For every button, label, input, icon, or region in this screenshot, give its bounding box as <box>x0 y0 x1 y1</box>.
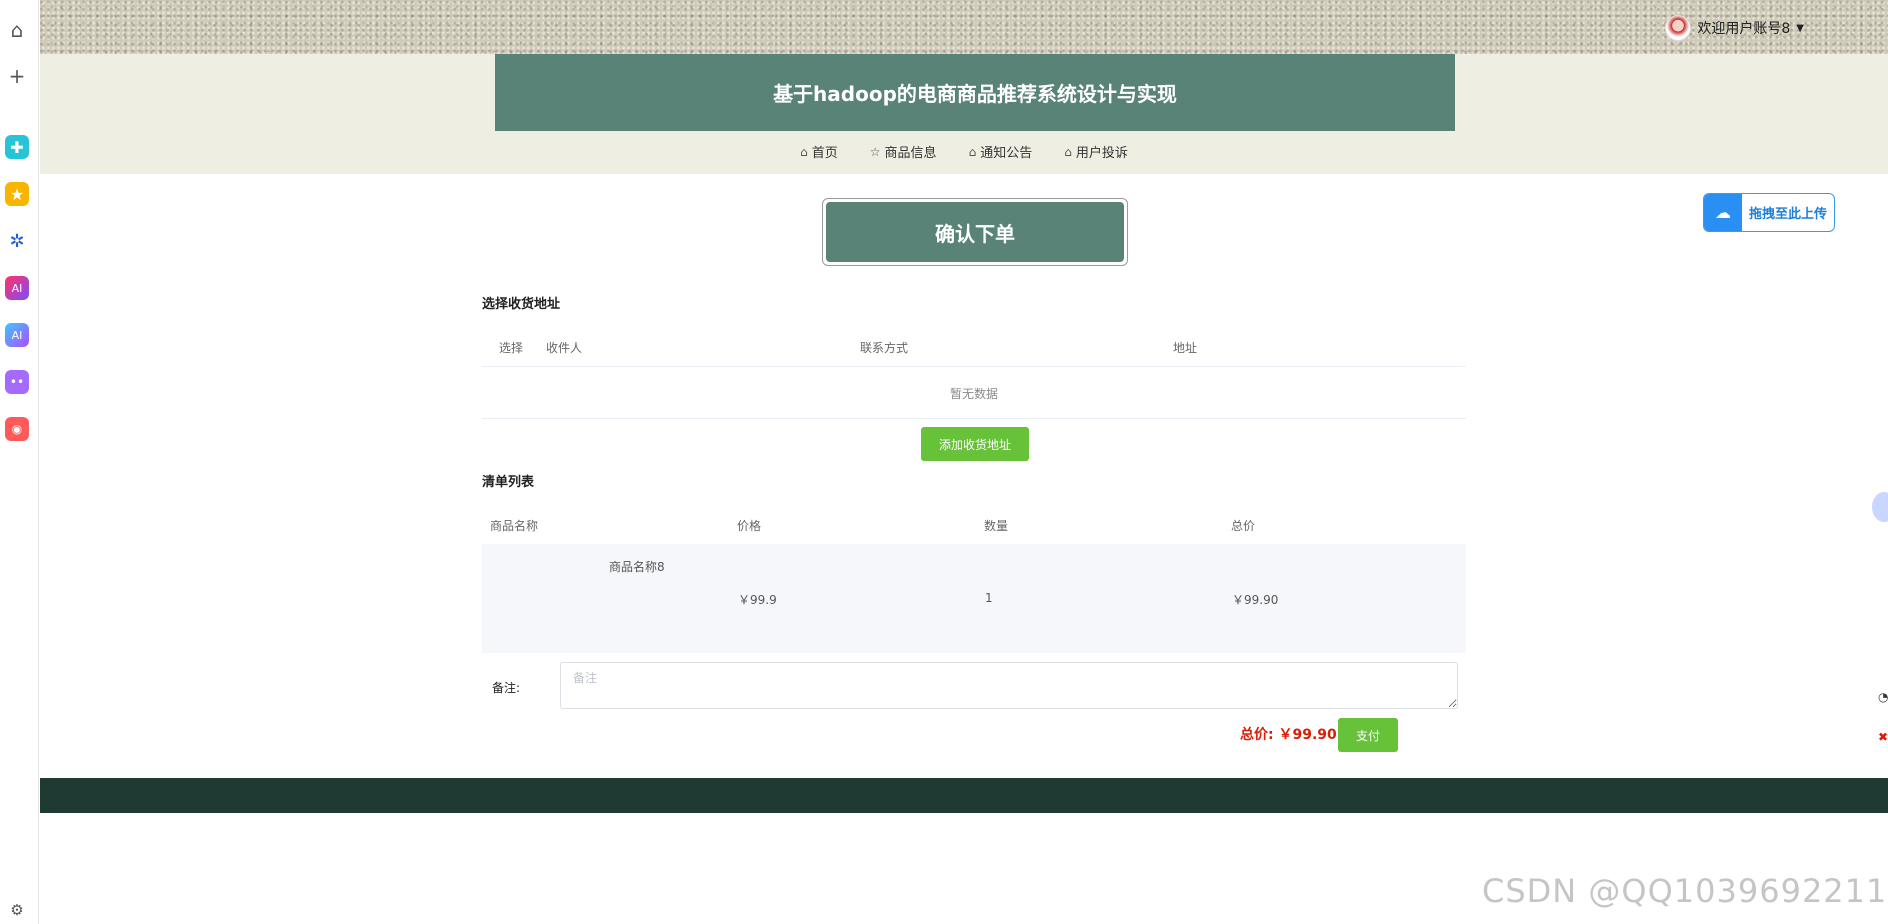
watermark: CSDN @QQ1039692211 <box>1482 872 1888 910</box>
app-icon-1[interactable]: ✚ <box>5 135 29 159</box>
floating-assistant-icon[interactable] <box>1872 492 1888 522</box>
page-heading: 确认下单 <box>826 202 1124 262</box>
total-value: ￥99.90 <box>1278 727 1337 743</box>
total-label: 总价: <box>1240 727 1274 743</box>
cloud-upload-icon: ☁ <box>1704 194 1742 231</box>
ai-app-icon[interactable]: AI <box>5 276 29 300</box>
side-tool-icon[interactable]: ◔ <box>1878 690 1888 704</box>
home-icon: ⌂ <box>1064 144 1072 159</box>
browser-sidebar: ⌂ + ✚ ★ ✲ AI AI •• ◉ ⚙ <box>0 0 39 924</box>
col-quantity: 数量 <box>984 519 1009 533</box>
remark-label: 备注: <box>492 681 521 695</box>
col-address: 地址 <box>1173 341 1198 355</box>
star-icon: ☆ <box>869 144 881 159</box>
nav-label: 商品信息 <box>884 146 937 161</box>
home-icon: ⌂ <box>800 144 808 159</box>
address-section-title: 选择收货地址 <box>482 297 561 312</box>
item-name: 商品名称8 <box>609 560 665 574</box>
page-heading-frame: 确认下单 <box>822 198 1128 266</box>
user-menu[interactable]: 欢迎用户账号8 ▼ <box>1665 15 1804 41</box>
col-total: 总价 <box>1231 519 1256 533</box>
top-banner: 欢迎用户账号8 ▼ <box>40 0 1888 54</box>
nav-label: 用户投诉 <box>1075 146 1128 161</box>
bell-icon: ⌂ <box>968 144 977 159</box>
order-total: 总价: ￥99.90 <box>1240 724 1337 744</box>
item-price: ￥99.9 <box>738 593 777 607</box>
site-header: 基于hadoop的电商商品推荐系统设计与实现 ⌂ 首页 ☆ 商品信息 ⌂ 通知公… <box>40 54 1888 174</box>
address-table-header: 选择 收件人 联系方式 地址 <box>482 325 1466 367</box>
nav-item-home[interactable]: ⌂ 首页 <box>800 142 838 162</box>
home-icon[interactable]: ⌂ <box>5 18 29 42</box>
upload-label: 拖拽至此上传 <box>1748 207 1827 222</box>
ai-assistant-icon[interactable]: AI <box>5 323 29 347</box>
robot-app-icon[interactable]: •• <box>5 370 29 394</box>
col-contact: 联系方式 <box>860 341 909 355</box>
drag-upload-button[interactable]: ☁ 拖拽至此上传 <box>1703 193 1835 232</box>
game-app-icon[interactable]: ◉ <box>5 417 29 441</box>
star-app-icon[interactable]: ★ <box>5 182 29 206</box>
avatar <box>1665 15 1692 41</box>
nav-item-notices[interactable]: ⌂ 通知公告 <box>968 142 1033 162</box>
item-quantity: 1 <box>985 591 993 605</box>
side-close-icon[interactable]: ✖ <box>1878 730 1888 744</box>
col-select: 选择 <box>499 341 524 355</box>
settings-gear-icon[interactable]: ⚙ <box>5 898 29 922</box>
nav-item-products[interactable]: ☆ 商品信息 <box>869 142 937 162</box>
caret-down-icon: ▼ <box>1796 22 1804 34</box>
col-product-name: 商品名称 <box>490 519 539 533</box>
main-nav: ⌂ 首页 ☆ 商品信息 ⌂ 通知公告 ⌂ 用户投诉 <box>40 142 1888 162</box>
col-recipient: 收件人 <box>546 341 583 355</box>
network-app-icon[interactable]: ✲ <box>5 229 29 253</box>
nav-item-complaints[interactable]: ⌂ 用户投诉 <box>1064 142 1128 162</box>
table-row: 商品名称8 ￥99.9 1 ￥99.90 <box>482 544 1466 653</box>
item-total: ￥99.90 <box>1232 593 1279 607</box>
page-root: ⌂ + ✚ ★ ✲ AI AI •• ◉ ⚙ 欢迎用户账号8 ▼ 基于hadoo… <box>0 0 1888 924</box>
address-empty-row: 暂无数据 <box>482 368 1466 419</box>
welcome-text: 欢迎用户账号8 <box>1697 21 1791 37</box>
remark-input[interactable] <box>560 662 1458 709</box>
site-footer <box>40 778 1888 813</box>
plus-icon[interactable]: + <box>5 64 29 88</box>
order-table-header: 商品名称 价格 数量 总价 <box>482 503 1466 545</box>
nav-label: 首页 <box>811 146 838 161</box>
nav-label: 通知公告 <box>980 146 1033 161</box>
add-address-button[interactable]: 添加收货地址 <box>921 427 1029 461</box>
pay-button[interactable]: 支付 <box>1338 718 1398 752</box>
order-section-title: 清单列表 <box>482 475 535 490</box>
site-title: 基于hadoop的电商商品推荐系统设计与实现 <box>495 54 1455 131</box>
col-price: 价格 <box>737 519 762 533</box>
